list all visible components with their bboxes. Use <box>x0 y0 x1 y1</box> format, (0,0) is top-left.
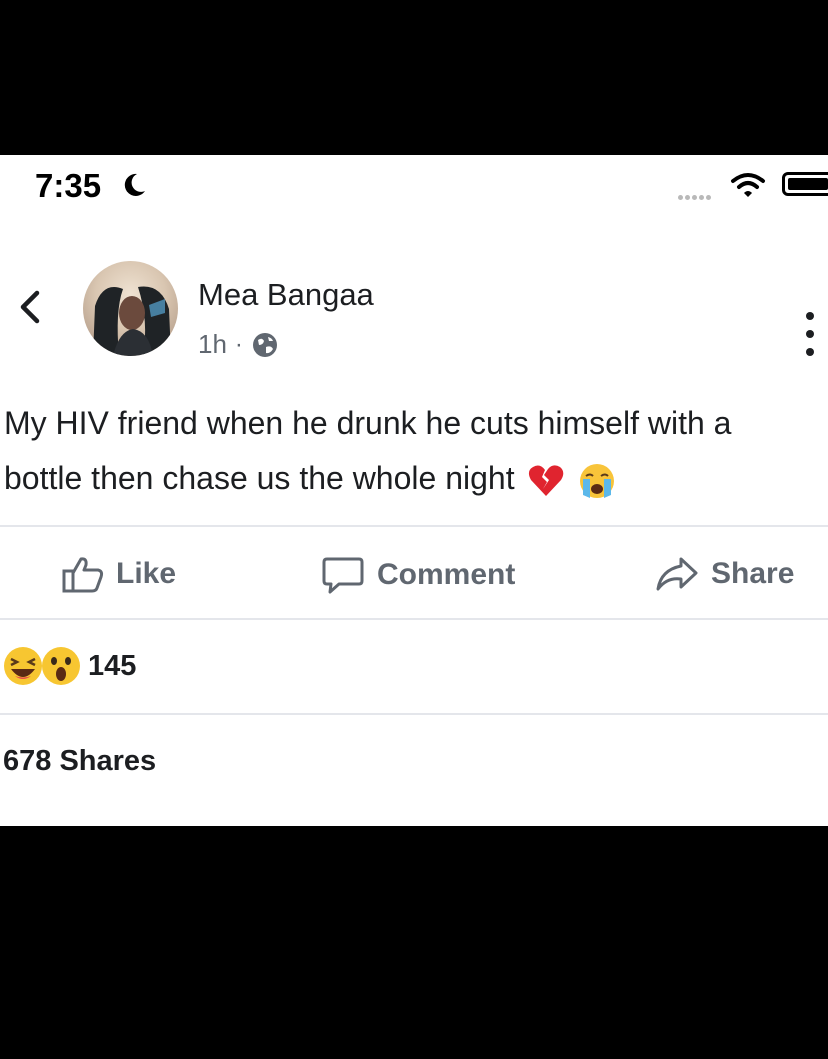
author-name[interactable]: Mea Bangaa <box>198 277 374 313</box>
post-text: My HIV friend when he drunk he cuts hims… <box>4 396 828 506</box>
shares-count[interactable]: 678 Shares <box>3 745 156 778</box>
comment-icon <box>322 557 364 594</box>
signal-icon <box>678 187 713 205</box>
post-text-line-2: bottle then chase us the whole night <box>4 451 828 506</box>
moon-icon <box>124 173 145 196</box>
battery-icon <box>782 172 828 196</box>
laughing-reaction-icon <box>4 647 42 685</box>
reaction-count: 145 <box>88 649 137 682</box>
globe-icon <box>252 332 277 357</box>
reactions-summary[interactable]: 145 <box>2 645 136 687</box>
status-time: 7:35 <box>35 167 102 204</box>
broken-heart-emoji <box>529 464 564 496</box>
like-button[interactable]: Like <box>62 555 176 593</box>
comment-button[interactable]: Comment <box>321 555 515 595</box>
crying-face-emoji <box>580 463 615 498</box>
wow-reaction-icon <box>42 647 80 685</box>
back-button[interactable] <box>15 285 45 329</box>
more-options-button[interactable] <box>806 307 828 361</box>
share-label: Share <box>711 557 795 590</box>
thumbs-up-icon <box>62 557 104 593</box>
divider <box>0 525 828 527</box>
share-icon <box>656 557 698 591</box>
share-button[interactable]: Share <box>655 555 794 593</box>
comment-label: Comment <box>377 558 516 591</box>
post-time: 1h <box>198 329 227 359</box>
avatar[interactable] <box>83 261 178 356</box>
like-label: Like <box>116 557 177 590</box>
divider <box>0 713 828 715</box>
post-text-line-1: My HIV friend when he drunk he cuts hims… <box>4 405 732 441</box>
wifi-icon <box>731 173 765 197</box>
divider <box>0 618 828 620</box>
meta-separator: · <box>234 330 243 358</box>
screen: 7:35 Mea Bangaa 1h · My HIV friend when … <box>0 155 828 826</box>
post-meta: 1h · <box>198 329 279 360</box>
